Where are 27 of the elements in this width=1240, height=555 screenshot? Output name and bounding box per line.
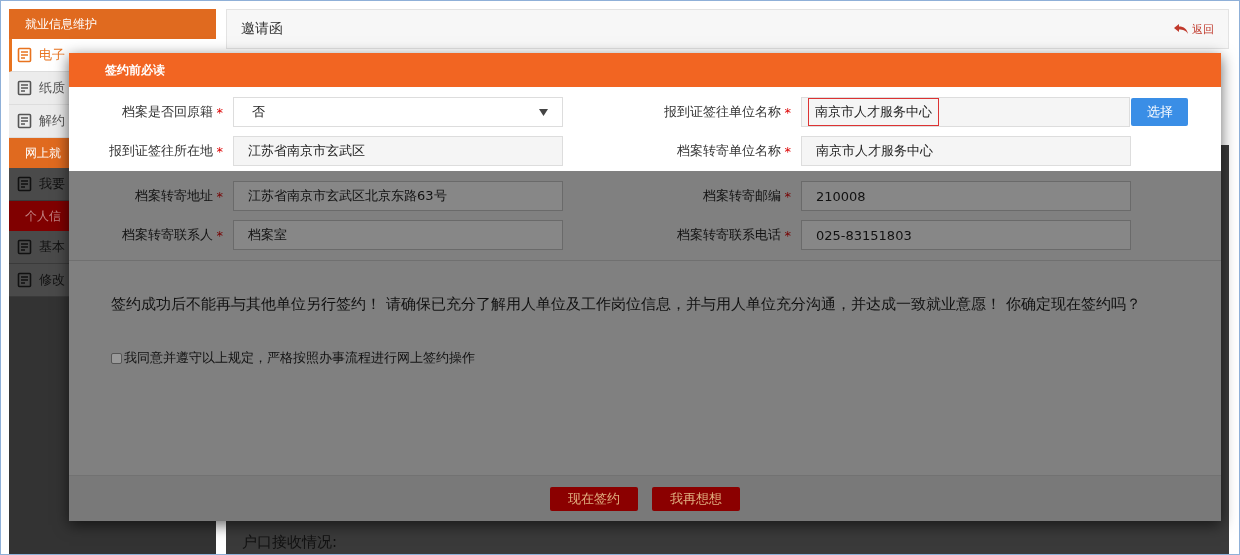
required-mark: * [784,104,791,120]
field-value: 南京市人才服务中心 [808,98,939,126]
field-label: 报到证签往单位名称 [663,103,781,121]
required-mark: * [216,143,223,159]
field-value: 025-83151803 [816,227,912,243]
required-mark: * [216,227,223,243]
required-mark: * [216,104,223,120]
warning-message: 签约成功后不能再与其他单位另行签约！ 请确保已充分了解用人单位及工作岗位信息，并与用人单位充分沟通，并达成一致就业意愿！ 你确定现在签约吗？ [111,294,1142,315]
required-mark: * [784,188,791,204]
field-label: 档案转寄邮编 [702,187,781,205]
field-value: 江苏省南京市玄武区 [248,142,365,160]
field-label: 档案转寄单位名称 [676,142,781,160]
required-mark: * [784,143,791,159]
field-label: 档案转寄地址 [134,187,213,205]
field-value: 南京市人才服务中心 [816,142,933,160]
field-value: 否 [252,103,265,121]
required-mark: * [216,188,223,204]
field-value: 210008 [816,188,866,204]
required-mark: * [784,227,791,243]
page-title: 邀请函 [241,20,283,38]
field-label: 档案转寄联系人 [121,226,213,244]
field-value: 江苏省南京市玄武区北京东路63号 [248,187,447,205]
field-label: 档案是否回原籍 [121,103,213,121]
field-label: 档案转寄联系电话 [676,226,781,244]
field-value: 档案室 [248,226,287,244]
dialog-title: 签约前必读 [69,53,1221,87]
field-label: 报到证签往所在地 [108,142,213,160]
